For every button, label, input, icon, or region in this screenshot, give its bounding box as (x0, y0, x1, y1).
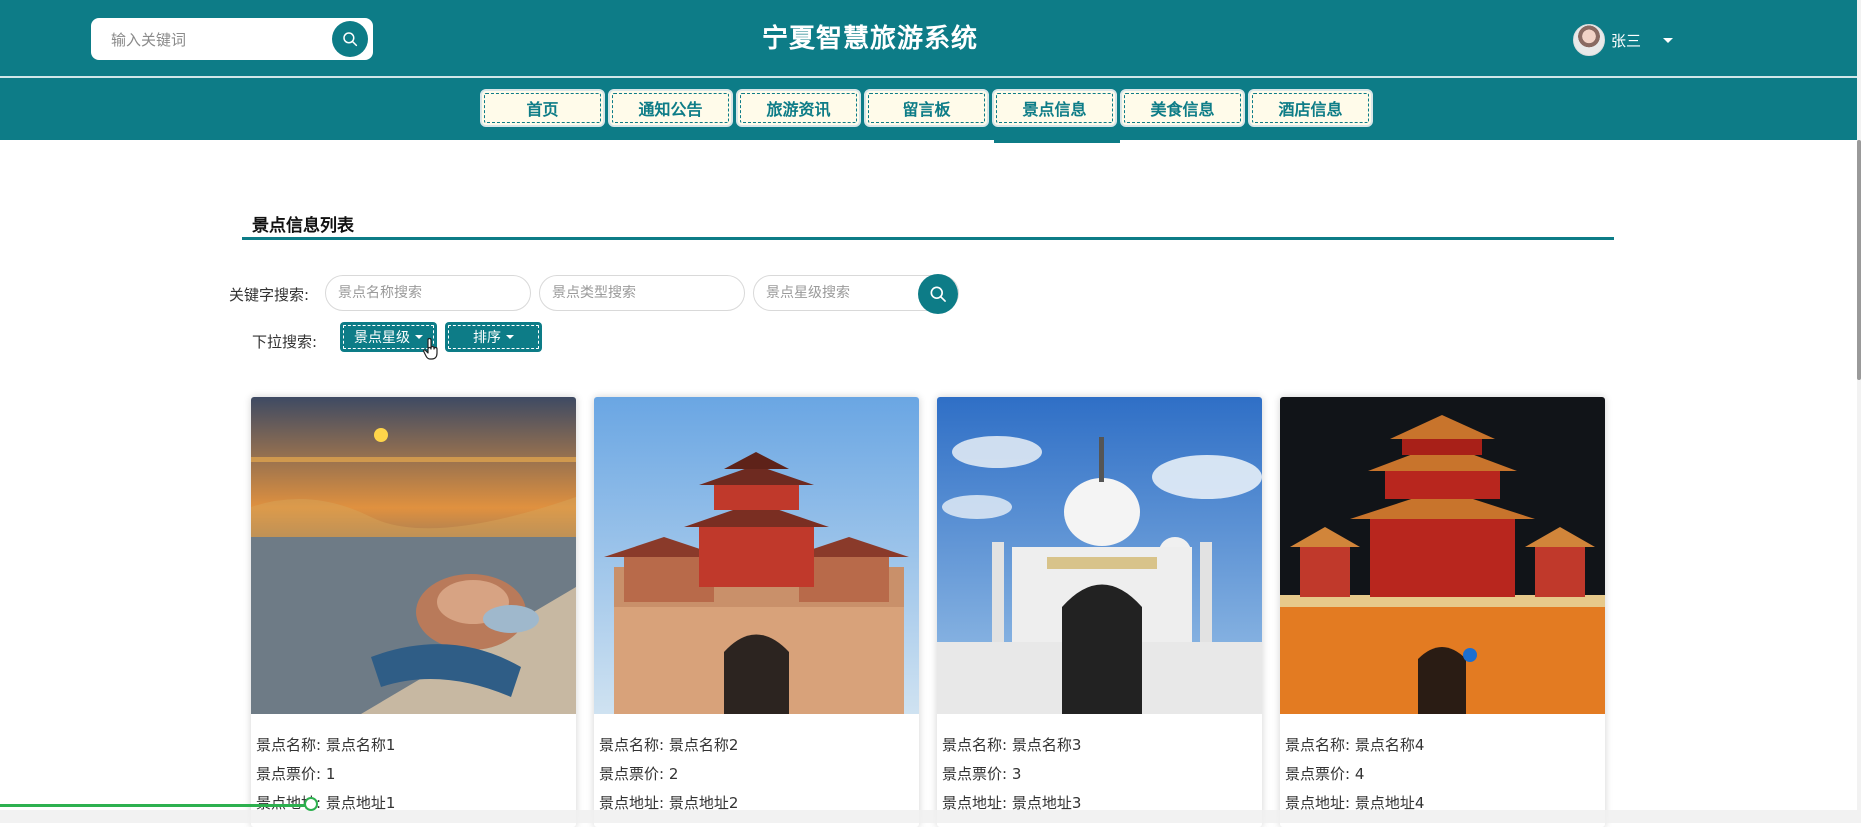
attraction-name: 景点名称4 (1354, 736, 1425, 754)
avatar[interactable] (1573, 24, 1605, 56)
header-divider (0, 76, 1861, 78)
nav-item-food[interactable]: 美食信息 (1120, 89, 1245, 127)
attraction-price: 2 (668, 765, 679, 783)
progress-bar (0, 804, 312, 807)
attraction-card[interactable]: 景点名称: 景点名称1 景点票价: 1 景点地址: 景点地址1 (251, 397, 576, 827)
attraction-image[interactable] (1280, 397, 1605, 714)
nav-item-notices[interactable]: 通知公告 (608, 89, 733, 127)
section-title: 景点信息列表 (252, 216, 354, 236)
attraction-name: 景点名称1 (325, 736, 396, 754)
attraction-name-label: 景点名称: (256, 736, 322, 754)
user-menu[interactable]: 张三 (1573, 24, 1674, 56)
level-dropdown-label: 景点星级 (354, 330, 410, 346)
pointer-cursor-icon (423, 338, 438, 360)
attraction-name-label: 景点名称: (599, 736, 665, 754)
main-nav: 首页 通知公告 旅游资讯 留言板 景点信息 美食信息 酒店信息 (480, 89, 1373, 127)
attraction-card[interactable]: 景点名称: 景点名称2 景点票价: 2 景点地址: 景点地址2 (594, 397, 919, 827)
nav-active-indicator (994, 140, 1120, 143)
progress-handle[interactable] (304, 797, 318, 811)
attraction-name-label: 景点名称: (1285, 736, 1351, 754)
dropdown-search-label: 下拉搜索: (252, 333, 318, 351)
search-icon (930, 286, 946, 302)
attraction-price: 4 (1354, 765, 1365, 783)
attraction-info: 景点名称: 景点名称2 景点票价: 2 景点地址: 景点地址2 (599, 731, 738, 818)
attraction-card[interactable]: 景点名称: 景点名称4 景点票价: 4 景点地址: 景点地址4 (1280, 397, 1605, 827)
attraction-image[interactable] (251, 397, 576, 714)
chevron-down-icon (506, 335, 514, 339)
attraction-price-label: 景点票价: (942, 765, 1008, 783)
vertical-scrollbar-track[interactable] (1857, 0, 1861, 823)
filter-search-button[interactable] (918, 274, 958, 314)
attraction-info: 景点名称: 景点名称4 景点票价: 4 景点地址: 景点地址4 (1285, 731, 1424, 818)
username[interactable]: 张三 (1611, 30, 1641, 51)
nav-item-attractions[interactable]: 景点信息 (992, 89, 1117, 127)
attraction-price: 1 (325, 765, 336, 783)
attraction-price-label: 景点票价: (256, 765, 322, 783)
attraction-image[interactable] (594, 397, 919, 714)
chevron-down-icon (415, 335, 423, 339)
section-divider (242, 237, 1614, 240)
sort-dropdown-label: 排序 (473, 330, 501, 346)
attraction-name: 景点名称3 (1011, 736, 1082, 754)
attraction-price: 3 (1011, 765, 1022, 783)
attraction-info: 景点名称: 景点名称3 景点票价: 3 景点地址: 景点地址3 (942, 731, 1081, 818)
vertical-scrollbar-thumb[interactable] (1857, 140, 1861, 380)
attraction-name-label: 景点名称: (942, 736, 1008, 754)
nav-item-home[interactable]: 首页 (480, 89, 605, 127)
sort-dropdown-button[interactable]: 排序 (445, 322, 542, 352)
site-title: 宁夏智慧旅游系统 (761, 24, 978, 54)
attraction-name-search-input[interactable] (325, 275, 531, 311)
keyword-search-label: 关键字搜索: (229, 286, 310, 304)
nav-item-hotels[interactable]: 酒店信息 (1248, 89, 1373, 127)
attraction-card[interactable]: 景点名称: 景点名称3 景点票价: 3 景点地址: 景点地址3 (937, 397, 1262, 827)
horizontal-scroll-area (0, 810, 1861, 823)
attraction-type-search-input[interactable] (539, 275, 745, 311)
attraction-price-label: 景点票价: (1285, 765, 1351, 783)
nav-item-news[interactable]: 旅游资讯 (736, 89, 861, 127)
attraction-image[interactable] (937, 397, 1262, 714)
attraction-name: 景点名称2 (668, 736, 739, 754)
nav-item-messages[interactable]: 留言板 (864, 89, 989, 127)
chevron-down-icon[interactable] (1663, 37, 1674, 43)
attraction-price-label: 景点票价: (599, 765, 665, 783)
